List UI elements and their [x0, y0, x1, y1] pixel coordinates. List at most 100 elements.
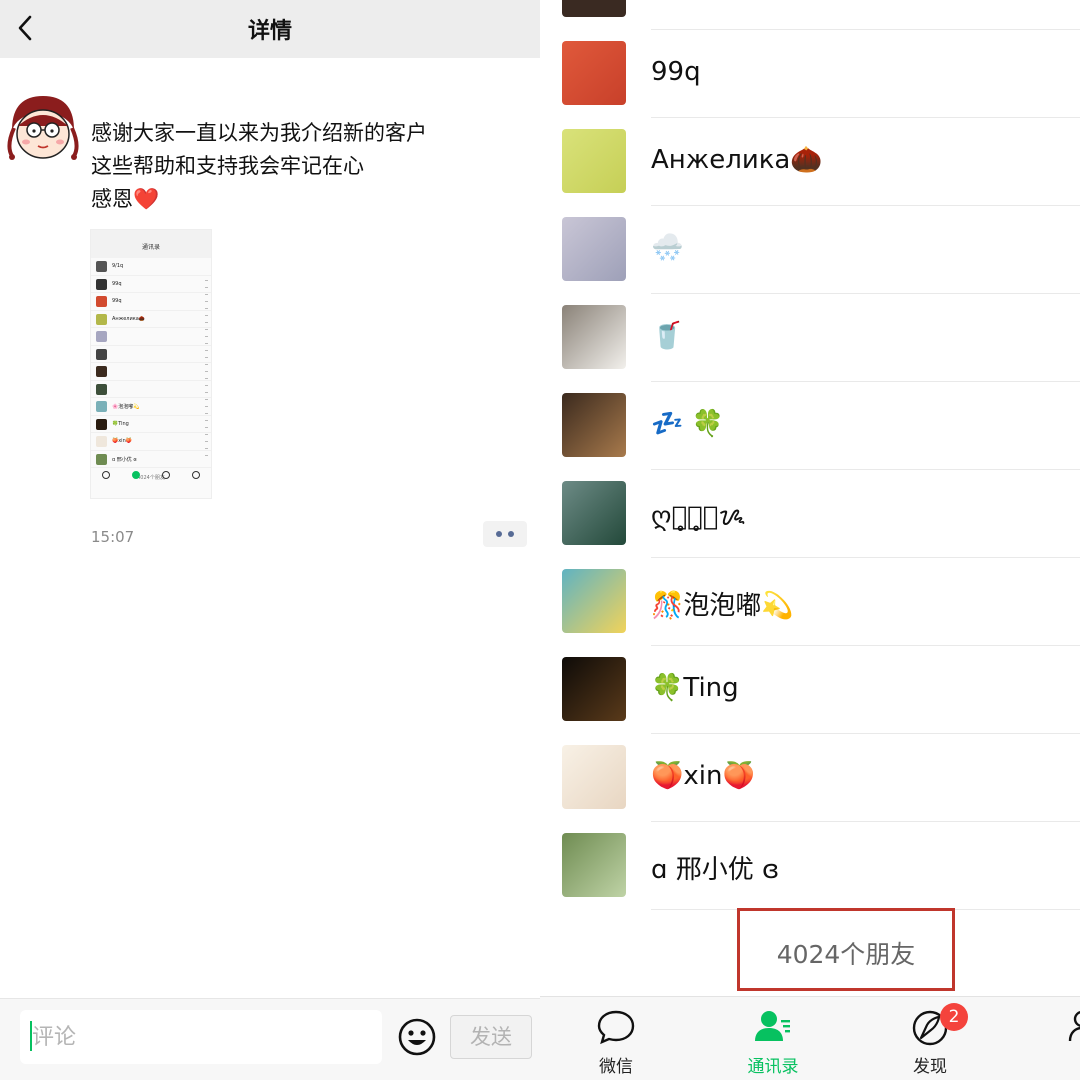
contact-name: 99q — [651, 57, 701, 87]
post-line: 感恩 — [91, 187, 133, 211]
contact-avatar — [562, 305, 626, 369]
thumbnail-row: 99q — [91, 293, 211, 311]
chat-icon — [597, 1010, 635, 1045]
thumbnail-row: Анжелика🌰 — [91, 311, 211, 328]
thumbnail-avatar — [96, 418, 107, 430]
emoji-icon[interactable] — [397, 1017, 437, 1057]
friend-count: 4024个朋友 — [776, 940, 916, 969]
thumbnail-name: ɑ 邢小优 ɞ — [112, 456, 137, 463]
contact-name: Анжелика🌰 — [651, 145, 823, 175]
thumbnail-avatar — [96, 296, 107, 307]
comment-input[interactable] — [20, 1010, 382, 1064]
contact-name: 🌨️ — [651, 233, 684, 263]
thumbnail-tab-icon — [102, 471, 110, 479]
send-button[interactable]: 发送 — [450, 1015, 532, 1059]
dot-icon — [508, 531, 514, 537]
thumbnail-row — [91, 381, 211, 398]
tab-chats[interactable]: 微信 — [561, 997, 671, 1080]
thumbnail-tab-icon — [162, 471, 170, 479]
thumbnail-row: 🌸泡泡嘟💫 — [91, 398, 211, 416]
contact-row-partial[interactable] — [540, 0, 1080, 30]
contact-row[interactable]: 99q — [540, 30, 1080, 118]
dot-icon — [496, 531, 502, 537]
thumbnail-name: 9/1q — [112, 263, 124, 269]
text-caret — [30, 1021, 32, 1051]
thumbnail-title: 通讯录 — [141, 244, 160, 251]
bottom-tab-bar: 微信 通讯录 2 发现 — [540, 996, 1080, 1080]
thumbnail-header: 通讯录 — [91, 230, 211, 258]
contact-row[interactable]: 🎊泡泡嘟💫 — [540, 558, 1080, 646]
thumbnail-name: 🌸泡泡嘟💫 — [112, 404, 140, 410]
contact-row[interactable]: 💤 🍀 — [540, 382, 1080, 470]
tab-contacts[interactable]: 通讯录 — [718, 997, 828, 1080]
thumbnail-row — [91, 328, 211, 346]
contact-name: ɑ 邢小优 ɞ — [651, 855, 780, 885]
moment-detail-panel: 详情 感谢大家一直以来为我介绍新的客户 这些帮助和支持我会牢记在心 感恩❤️ 通… — [0, 0, 540, 1080]
thumbnail-alphabet-index — [205, 280, 208, 460]
contact-row[interactable]: 🍑xin🍑 — [540, 734, 1080, 822]
comment-bar: 发送 — [0, 998, 540, 1080]
tab-me-partial[interactable] — [1040, 997, 1080, 1080]
heart-emoji: ❤️ — [133, 187, 160, 211]
thumbnail-avatar — [96, 366, 107, 377]
thumbnail-avatar — [96, 401, 107, 412]
profile-icon — [1068, 1011, 1080, 1042]
contacts-icon — [755, 1011, 790, 1041]
thumbnail-row: 99q — [91, 276, 211, 293]
contact-avatar — [562, 481, 626, 545]
contact-avatar — [562, 569, 626, 633]
post-line: 感谢大家一直以来为我介绍新的客户 — [91, 121, 427, 145]
tab-label: 通讯录 — [747, 1057, 799, 1077]
thumbnail-tab-icon — [132, 471, 140, 479]
more-actions-button[interactable] — [483, 521, 527, 547]
thumbnail-avatar — [96, 331, 107, 342]
post-content: 感谢大家一直以来为我介绍新的客户 这些帮助和支持我会牢记在心 感恩❤️ — [91, 117, 427, 216]
thumbnail-row: 🍑xin🍑 — [91, 433, 211, 451]
thumbnail-row: 9/1q — [91, 258, 211, 276]
contacts-panel: 99q Анжелика🌰 🌨️ 🥤 💤 🍀 ღ落̥͙̥͙ᝰ 🎊泡泡嘟💫 🍀Ting 🍑xin🍑… — [540, 0, 1080, 1080]
contact-name: 🍑xin🍑 — [651, 761, 755, 791]
thumbnail-row — [91, 346, 211, 363]
contact-row[interactable]: Анжелика🌰 — [540, 118, 1080, 206]
contact-row[interactable]: 🍀Ting — [540, 646, 1080, 734]
contact-avatar — [562, 217, 626, 281]
page-title: 详情 — [247, 19, 292, 44]
post-timestamp: 15:07 — [91, 528, 135, 546]
contact-name: ღ落̥͙̥͙ᝰ — [651, 502, 746, 532]
contact-row[interactable]: ღ落̥͙̥͙ᝰ — [540, 470, 1080, 558]
thumbnail-avatar — [96, 348, 107, 360]
thumbnail-tab-icon — [192, 471, 200, 479]
contact-row[interactable]: ɑ 邢小优 ɞ — [540, 822, 1080, 910]
thumbnail-name: 🍑xin🍑 — [112, 438, 132, 444]
thumbnail-avatar — [96, 453, 107, 465]
tab-discover[interactable]: 2 发现 — [875, 997, 985, 1080]
discover-badge: 2 — [940, 1003, 968, 1031]
thumbnail-avatar — [96, 436, 107, 447]
post-line: 这些帮助和支持我会牢记在心 — [91, 154, 364, 178]
thumbnail-avatar — [96, 383, 107, 395]
thumbnail-avatar — [96, 261, 107, 272]
post-line-with-emoji: 感恩❤️ — [91, 183, 427, 216]
thumbnail-avatar — [96, 313, 107, 325]
screenshot: 详情 感谢大家一直以来为我介绍新的客户 这些帮助和支持我会牢记在心 感恩❤️ 通… — [0, 0, 1080, 1080]
friend-count-highlight: 4024个朋友 — [737, 908, 955, 991]
contact-avatar — [562, 833, 626, 897]
thumbnail-tabbar — [91, 468, 211, 488]
user-avatar[interactable] — [4, 90, 82, 168]
thumbnail-name: 99q — [112, 298, 122, 304]
thumbnail-row: 🍀Ting — [91, 416, 211, 433]
tab-label: 微信 — [599, 1057, 633, 1077]
contact-name: 💤 🍀 — [651, 409, 725, 439]
thumbnail-row — [91, 363, 211, 381]
contact-avatar — [562, 0, 626, 17]
contact-row[interactable]: 🥤 — [540, 294, 1080, 382]
contact-name: 🥤 — [651, 321, 684, 351]
contact-row[interactable]: 🌨️ — [540, 206, 1080, 294]
screenshot-thumbnail[interactable]: 通讯录 9/1q 99q 99q Анжелика🌰 🌸泡泡嘟💫 🍀Ting 🍑xin🍑 ɑ … — [90, 229, 212, 499]
thumbnail-name: Анжелика🌰 — [112, 315, 146, 322]
top-bar: 详情 — [0, 0, 540, 58]
thumbnail-name: 99q — [112, 280, 122, 287]
contact-avatar — [562, 129, 626, 193]
contact-avatar — [562, 657, 626, 721]
thumbnail-row: ɑ 邢小优 ɞ — [91, 451, 211, 468]
